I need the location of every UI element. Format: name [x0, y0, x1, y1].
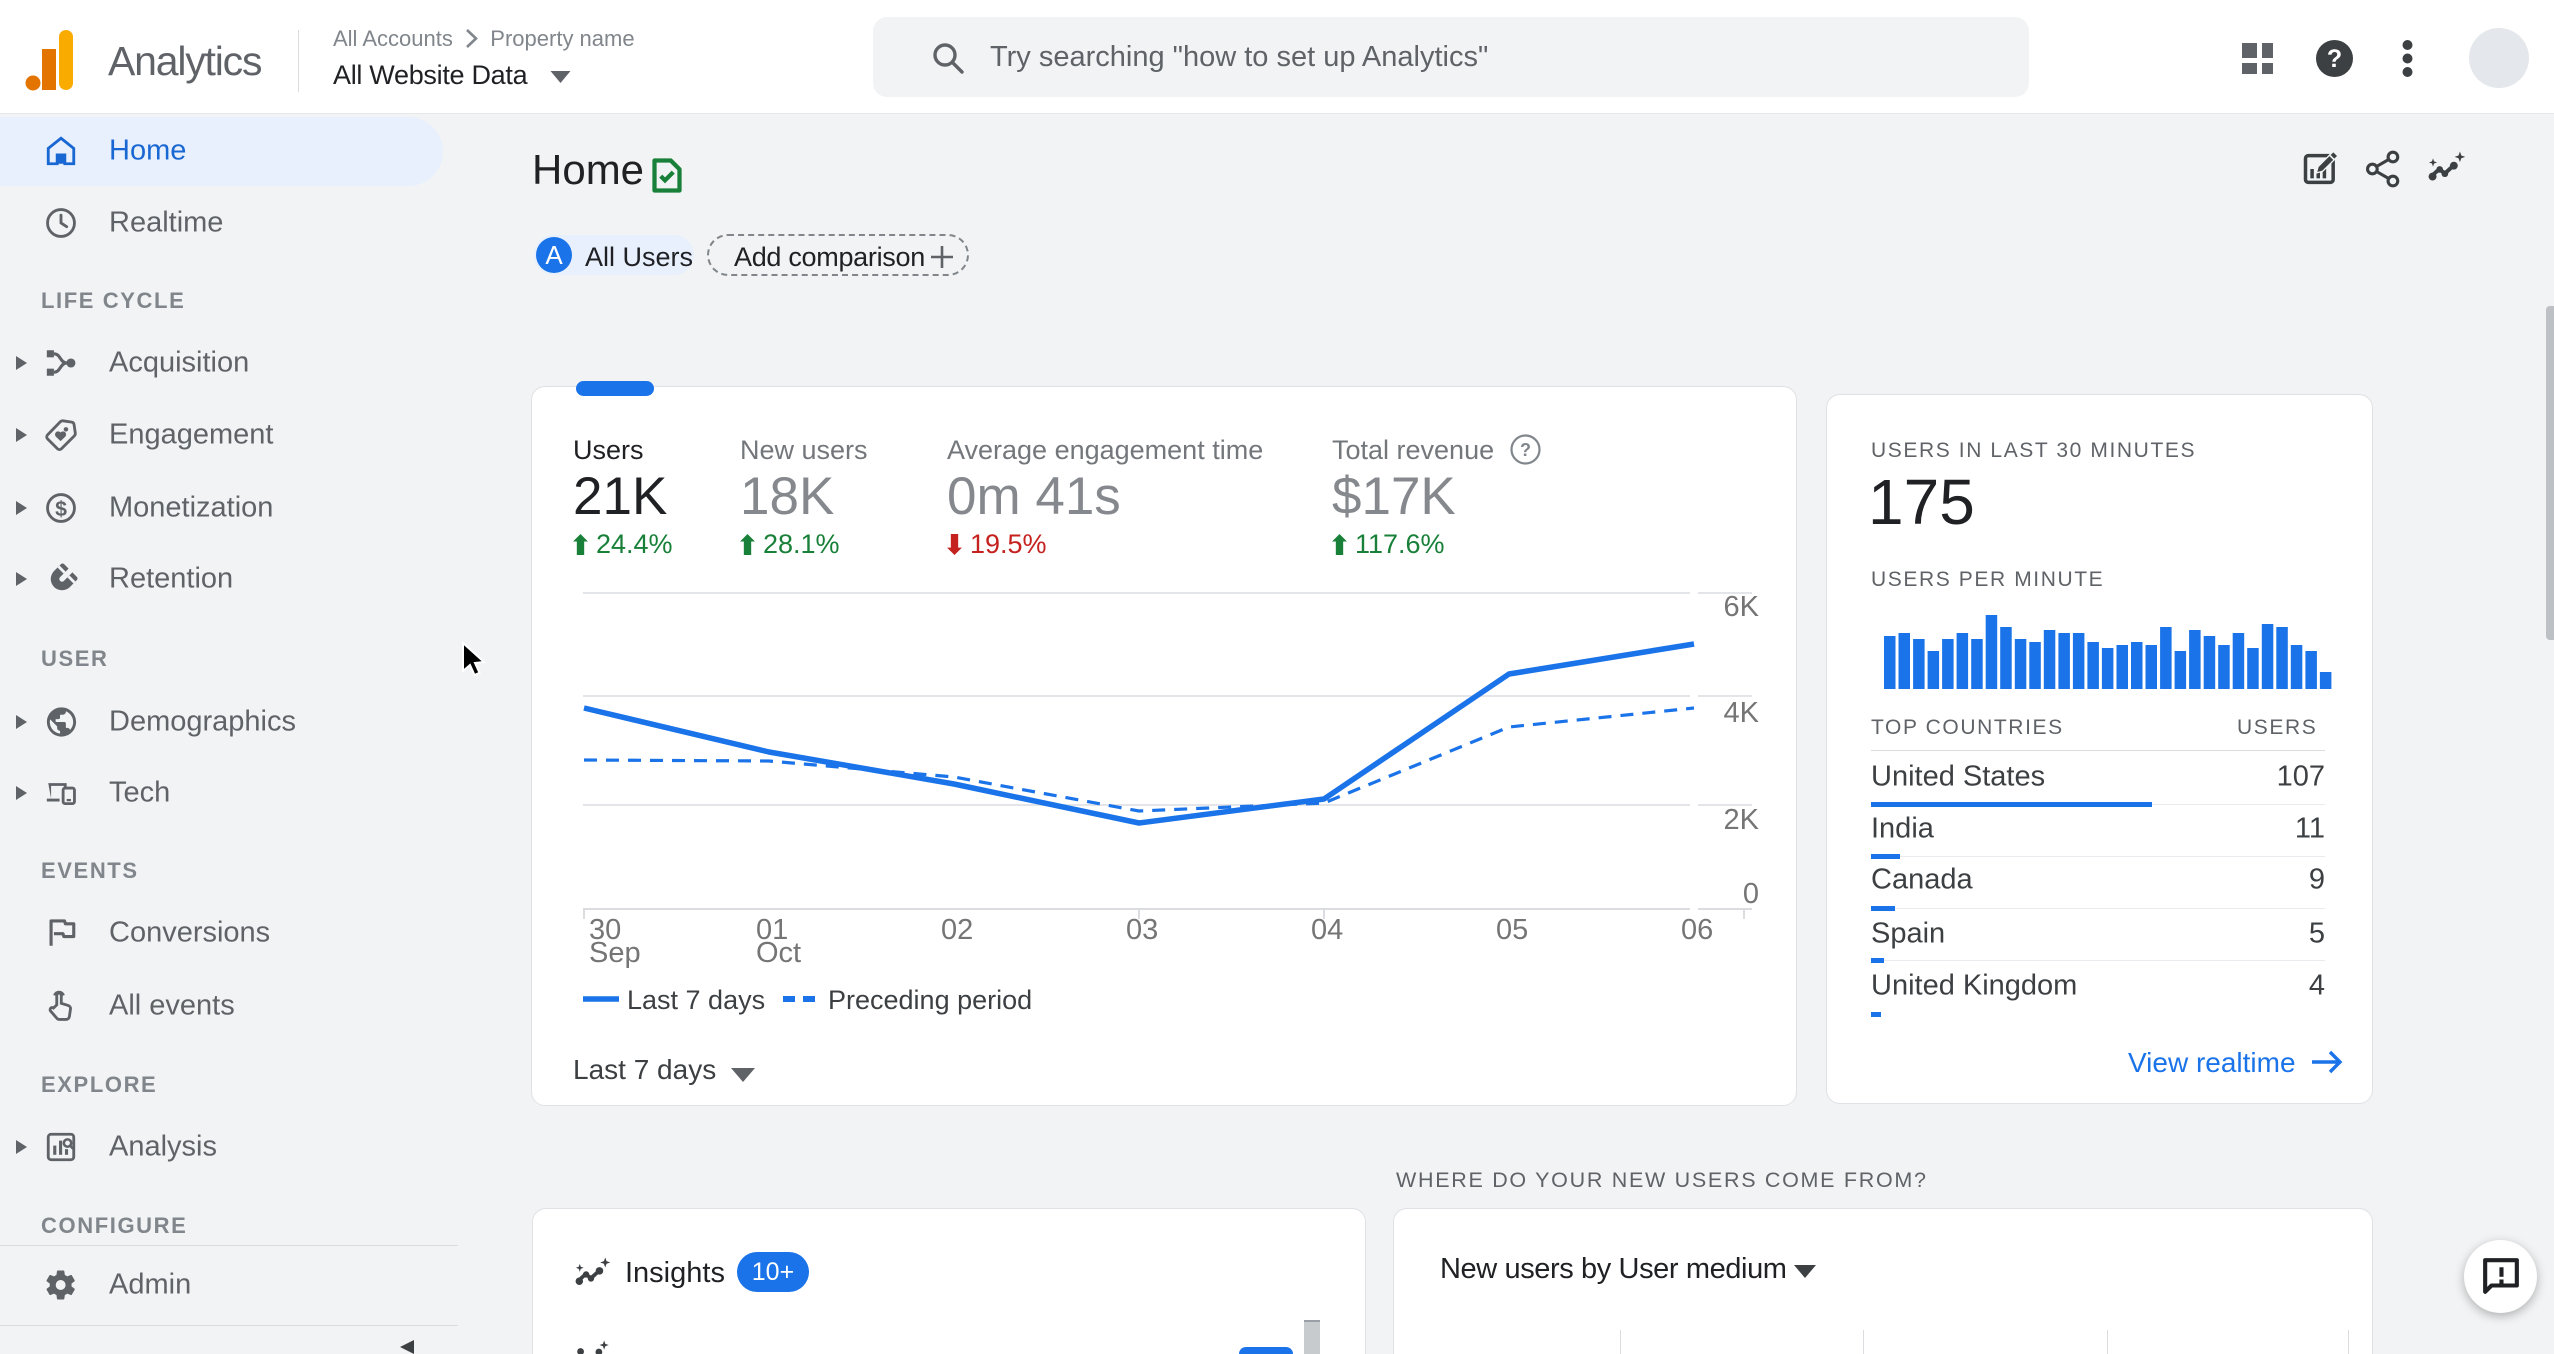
svg-text:?: ?	[2327, 45, 2342, 73]
svg-text:06: 06	[1681, 914, 1713, 946]
svg-text:03: 03	[1126, 914, 1158, 946]
svg-text:Preceding period: Preceding period	[828, 985, 1032, 1015]
svg-text:Oct: Oct	[756, 937, 801, 969]
svg-text:04: 04	[1311, 914, 1343, 946]
svg-text:Last 7 days: Last 7 days	[573, 1054, 716, 1085]
svg-text:02: 02	[941, 914, 973, 946]
svg-text:Last 7 days: Last 7 days	[627, 985, 765, 1015]
svg-text:6K: 6K	[1724, 591, 1760, 623]
svg-text:2K: 2K	[1724, 804, 1760, 836]
svg-text:05: 05	[1496, 914, 1528, 946]
svg-text:0: 0	[1743, 878, 1759, 910]
svg-text:Sep: Sep	[589, 937, 641, 969]
svg-text:$: $	[55, 497, 67, 521]
svg-text:4K: 4K	[1724, 697, 1760, 729]
